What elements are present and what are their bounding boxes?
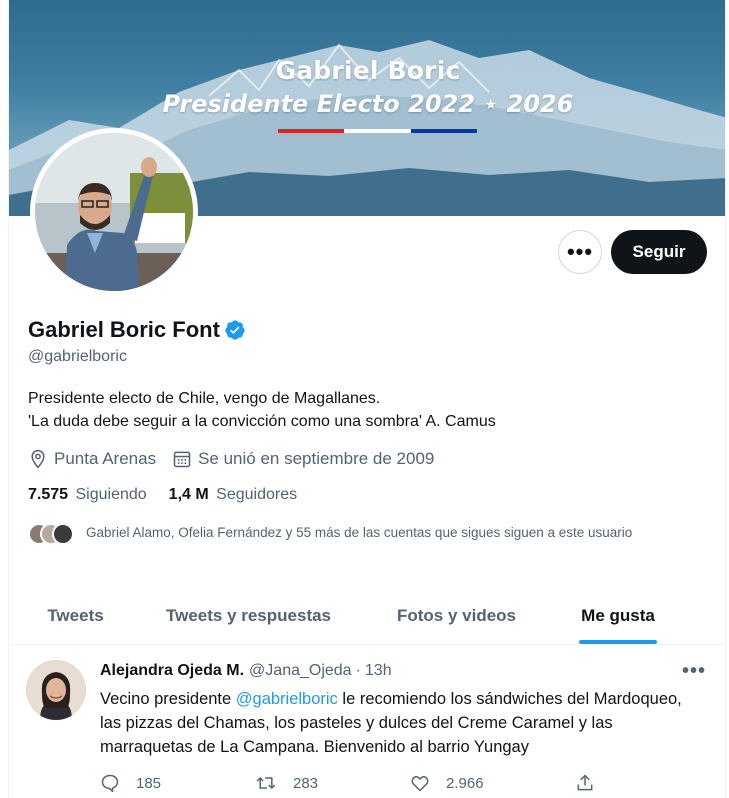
avatar-photo xyxy=(26,660,86,720)
retweet-icon xyxy=(256,776,276,790)
tweet-mention-link[interactable]: @gabrielboric xyxy=(236,690,338,708)
more-options-button[interactable]: ••• xyxy=(558,230,602,274)
verified-badge-icon xyxy=(225,320,245,340)
bio-line: 'La duda debe seguir a la convicción com… xyxy=(28,413,496,430)
share-icon xyxy=(577,774,593,791)
followers-count: 1,4 M xyxy=(168,486,209,503)
follow-button[interactable]: Seguir xyxy=(611,230,707,274)
retweet-count: 283 xyxy=(293,774,319,792)
reply-count: 185 xyxy=(136,774,162,792)
display-name: Gabriel Boric Font xyxy=(28,317,220,342)
known-followers-text: Gabriel Alamo, Ofelia Fernández y 55 más… xyxy=(86,525,633,540)
tab-label: Tweets y respuestas xyxy=(165,606,332,625)
followers-label: Seguidores xyxy=(216,486,298,503)
tab-tweets-and-replies[interactable]: Tweets y respuestas xyxy=(142,588,355,644)
tab-likes[interactable]: Me gusta xyxy=(558,588,678,644)
avatar xyxy=(52,523,74,545)
known-followers-avatars xyxy=(28,523,78,547)
active-tab-indicator xyxy=(579,640,657,644)
follow-stats: 7.575 Siguiendo 1,4 M Seguidores xyxy=(28,486,319,504)
name-row: Gabriel Boric Font xyxy=(28,317,246,343)
share-button[interactable] xyxy=(575,773,615,793)
following-count: 7.575 xyxy=(28,486,69,503)
like-button[interactable]: 2.966 xyxy=(410,773,565,793)
tab-tweets[interactable]: Tweets xyxy=(9,588,142,644)
profile-page: Gabriel Boric Presidente Electo 2022 ⋆ 2… xyxy=(8,0,726,798)
location-item: Punta Arenas xyxy=(28,449,156,469)
tweet-text: Vecino presidente @gabrielboric le recom… xyxy=(100,687,700,759)
tweet-author-name[interactable]: Alejandra Ojeda M. xyxy=(100,662,244,680)
joined-item: Se unió en septiembre de 2009 xyxy=(172,449,434,469)
tweet-timestamp[interactable]: 13h xyxy=(365,662,392,680)
tweet-card[interactable]: Alejandra Ojeda M. @Jana_Ojeda · 13h •••… xyxy=(9,646,725,798)
followers-link[interactable]: 1,4 M Seguidores xyxy=(169,486,297,504)
tweet-header: Alejandra Ojeda M. @Jana_Ojeda · 13h xyxy=(100,662,392,680)
bio-line: Presidente electo de Chile, vengo de Mag… xyxy=(28,390,381,407)
profile-handle: @gabrielboric xyxy=(28,348,127,365)
tweet-author-handle[interactable]: @Jana_Ojeda xyxy=(249,662,352,680)
reply-icon xyxy=(101,774,119,793)
following-label: Siguiendo xyxy=(75,486,147,503)
following-link[interactable]: 7.575 Siguiendo xyxy=(28,486,147,504)
calendar-icon xyxy=(173,451,191,468)
profile-bio: Presidente electo de Chile, vengo de Mag… xyxy=(28,387,708,433)
tab-label: Fotos y videos xyxy=(396,606,517,625)
reply-button[interactable]: 185 xyxy=(100,773,255,793)
tweet-actions: 185 283 2.966 xyxy=(100,773,620,793)
profile-meta: Punta Arenas Se unió en septiembre de 20… xyxy=(28,449,450,469)
tweet-text-part: Vecino presidente xyxy=(100,690,236,708)
tweet-author-avatar[interactable] xyxy=(26,660,86,720)
known-followers[interactable]: Gabriel Alamo, Ofelia Fernández y 55 más… xyxy=(28,523,706,547)
separator-dot: · xyxy=(355,662,361,679)
joined-text: Se unió en septiembre de 2009 xyxy=(198,449,435,468)
like-count: 2.966 xyxy=(446,774,484,792)
avatar-photo xyxy=(35,133,193,291)
tab-label: Me gusta xyxy=(581,606,655,625)
profile-tabs: Tweets Tweets y respuestas Fotos y video… xyxy=(9,588,725,645)
tab-photos-videos[interactable]: Fotos y videos xyxy=(355,588,558,644)
retweet-button[interactable]: 283 xyxy=(255,773,410,793)
location-text: Punta Arenas xyxy=(54,449,157,468)
tab-label: Tweets xyxy=(47,606,104,625)
tweet-more-button[interactable]: ••• xyxy=(682,660,706,683)
chile-flag-stripe xyxy=(278,129,477,133)
banner-title: Gabriel Boric xyxy=(275,56,461,85)
location-pin-icon xyxy=(31,449,45,469)
heart-icon xyxy=(411,776,429,792)
profile-avatar[interactable] xyxy=(30,128,198,296)
banner-subtitle: Presidente Electo 2022 ⋆ 2026 xyxy=(162,90,574,118)
